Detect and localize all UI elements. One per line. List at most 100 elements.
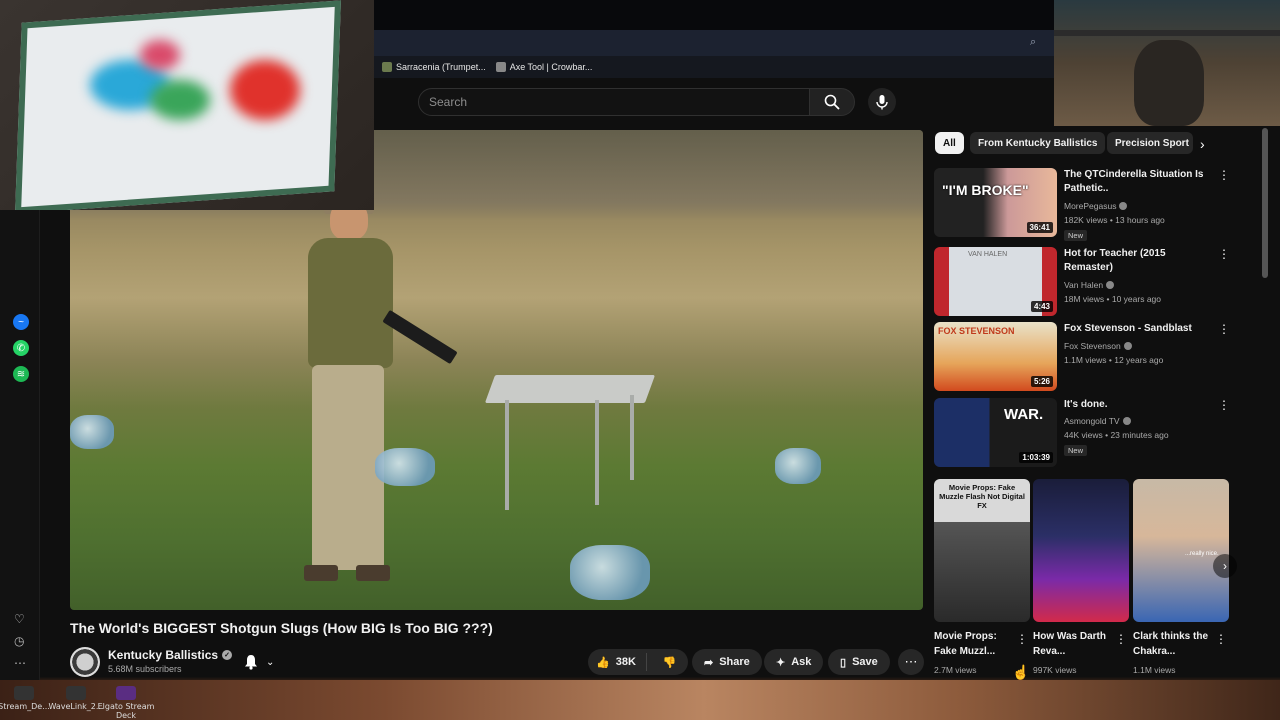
recommendation-item[interactable]: FOX STEVENSON 5:26 Fox Stevenson - Sandb…	[934, 322, 1234, 394]
recommendation-item[interactable]: VAN HALEN 4:43 Hot for Teacher (2015 Rem…	[934, 247, 1234, 319]
kebab-menu-icon[interactable]: ⋮	[1218, 398, 1230, 412]
app-icon	[116, 686, 136, 700]
history-icon[interactable]: ◷	[14, 634, 24, 648]
kebab-menu-icon[interactable]: ⋮	[1218, 322, 1230, 336]
recommendation-title: Hot for Teacher (2015 Remaster)	[1064, 248, 1166, 273]
notification-bell-button[interactable]: ⌄	[244, 650, 290, 674]
browser-tab-bar	[374, 0, 1054, 30]
desktop-wallpaper	[0, 680, 1280, 720]
voice-search-button[interactable]	[868, 88, 896, 116]
chip-precision-sport[interactable]: Precision Sport	[1107, 132, 1193, 154]
duration-badge: 36:41	[1026, 222, 1053, 233]
video-thumbnail[interactable]: FOX STEVENSON 5:26	[934, 322, 1057, 391]
chip-label: All	[943, 137, 956, 149]
short-thumbnail[interactable]	[1033, 479, 1129, 622]
bookmark-item[interactable]: Axe Tool | Crowbar...	[495, 62, 592, 72]
share-label: Share	[719, 656, 750, 668]
bookmark-icon: ▯	[840, 656, 847, 669]
short-thumbnail[interactable]: Movie Props: Fake Muzzle Flash Not Digit…	[934, 479, 1030, 622]
recommendation-item[interactable]: WAR. 1:03:39 It's done. Asmongold TV 44K…	[934, 398, 1234, 470]
chip-label: Precision Sport	[1115, 137, 1189, 149]
short-item[interactable]: Movie Props: Fake Muzzle Flash Not Digit…	[934, 479, 1030, 675]
page-scrollbar[interactable]	[1262, 128, 1268, 278]
subscriber-count: 5.68M subscribers	[108, 664, 182, 674]
browser-address-bar[interactable]	[374, 30, 1054, 56]
recommendation-item[interactable]: "I'M BROKE" 36:41 The QTCinderella Situa…	[934, 168, 1234, 241]
short-views: 2.7M views	[934, 665, 977, 675]
desktop-icon-label: Stream_De...	[0, 702, 50, 711]
more-icon[interactable]: ⋯	[14, 656, 26, 670]
channel-avatar[interactable]	[70, 647, 100, 677]
short-views: 997K views	[1033, 665, 1077, 675]
kebab-menu-icon[interactable]: ⋮	[1016, 632, 1028, 646]
search-input[interactable]	[419, 89, 809, 115]
video-thumbnail[interactable]: VAN HALEN 4:43	[934, 247, 1057, 316]
heart-icon[interactable]: ♡	[14, 612, 25, 626]
recommendation-meta: 182K views • 13 hours ago	[1064, 215, 1165, 225]
short-title: How Was Darth Reva...	[1033, 631, 1106, 657]
desktop-icon[interactable]: Elgato Stream Deck	[96, 686, 156, 720]
recommendation-meta: 44K views • 23 minutes ago	[1064, 430, 1169, 440]
thumbnail-text: ...really nice.	[1185, 551, 1219, 557]
chevron-right-icon[interactable]: ›	[1200, 136, 1205, 152]
bookmark-item[interactable]: Sarracenia (Trumpet...	[382, 62, 486, 72]
kebab-menu-icon[interactable]: ⋮	[1215, 632, 1227, 646]
share-button[interactable]: ➦ Share	[692, 649, 762, 675]
thumbs-down-icon: 👎	[662, 656, 677, 669]
app-icon	[66, 686, 86, 700]
new-badge: New	[1064, 445, 1088, 456]
like-button[interactable]: 👍 38K	[588, 653, 647, 671]
bookmark-label: Sarracenia (Trumpet...	[396, 62, 486, 72]
thumbnail-text: WAR.	[1004, 406, 1044, 423]
save-button[interactable]: ▯ Save	[828, 649, 890, 675]
share-icon: ➦	[704, 656, 714, 669]
bell-icon	[245, 655, 257, 670]
app-icon	[14, 686, 34, 700]
video-frame-shooter	[290, 194, 400, 600]
more-horizontal-icon: ⋯	[904, 654, 918, 669]
ask-button[interactable]: ✦ Ask	[764, 649, 824, 675]
recommendation-channel: Asmongold TV	[1064, 416, 1131, 426]
short-title: Clark thinks the Chakra...	[1133, 631, 1209, 657]
short-views: 1.1M views	[1133, 665, 1176, 675]
spotify-icon[interactable]: ≋	[13, 366, 29, 382]
kebab-menu-icon[interactable]: ⋮	[1218, 168, 1230, 182]
verified-icon	[1122, 417, 1131, 425]
search-icon	[824, 94, 840, 110]
more-actions-button[interactable]: ⋯	[898, 649, 924, 675]
short-thumbnail[interactable]: ...really nice.	[1133, 479, 1229, 622]
thumbs-up-icon: 👍	[596, 656, 610, 669]
thumbnail-text: Movie Props: Fake Muzzle Flash Not Digit…	[939, 483, 1025, 510]
webcam-overlay-desk	[0, 0, 374, 210]
channel-name-link[interactable]: Kentucky Ballistics ✓	[108, 648, 233, 662]
video-title: The World's BIGGEST Shotgun Slugs (How B…	[70, 620, 493, 636]
zoom-icon[interactable]: ⌕	[1030, 36, 1036, 49]
duration-badge: 5:26	[1030, 376, 1053, 387]
verified-icon: ✓	[222, 650, 233, 660]
video-frame-jug	[70, 415, 114, 449]
thumbnail-text: FOX STEVENSON	[938, 326, 1015, 336]
thumbnail-text: VAN HALEN	[968, 251, 1008, 258]
ask-label: Ask	[791, 656, 812, 668]
whatsapp-icon[interactable]: ✆	[13, 340, 29, 356]
search-button[interactable]	[809, 88, 855, 116]
chip-from-channel[interactable]: From Kentucky Ballistics	[970, 132, 1106, 154]
chevron-right-icon: ›	[1223, 559, 1227, 573]
video-thumbnail[interactable]: "I'M BROKE" 36:41	[934, 168, 1057, 237]
short-item[interactable]: ...really nice. Clark thinks the Chakra.…	[1133, 479, 1229, 675]
verified-icon	[1106, 281, 1115, 289]
kebab-menu-icon[interactable]: ⋮	[1218, 247, 1230, 261]
kebab-menu-icon[interactable]: ⋮	[1115, 632, 1127, 646]
bookmark-favicon-icon	[495, 62, 506, 72]
chip-all[interactable]: All	[935, 132, 964, 154]
recommendation-title: The QTCinderella Situation Is Pathetic..	[1064, 169, 1204, 194]
recommendation-channel: Fox Stevenson	[1064, 341, 1132, 351]
like-count: 38K	[615, 656, 636, 668]
thumbnail-text: "I'M BROKE"	[942, 182, 1029, 198]
messenger-icon[interactable]: ~	[13, 314, 29, 330]
video-thumbnail[interactable]: WAR. 1:03:39	[934, 398, 1057, 467]
short-item[interactable]: How Was Darth Reva... 997K views ⋮	[1033, 479, 1129, 675]
dislike-button[interactable]: 👎	[653, 656, 677, 669]
shorts-next-button[interactable]: ›	[1213, 554, 1237, 578]
search-box[interactable]	[418, 88, 810, 116]
